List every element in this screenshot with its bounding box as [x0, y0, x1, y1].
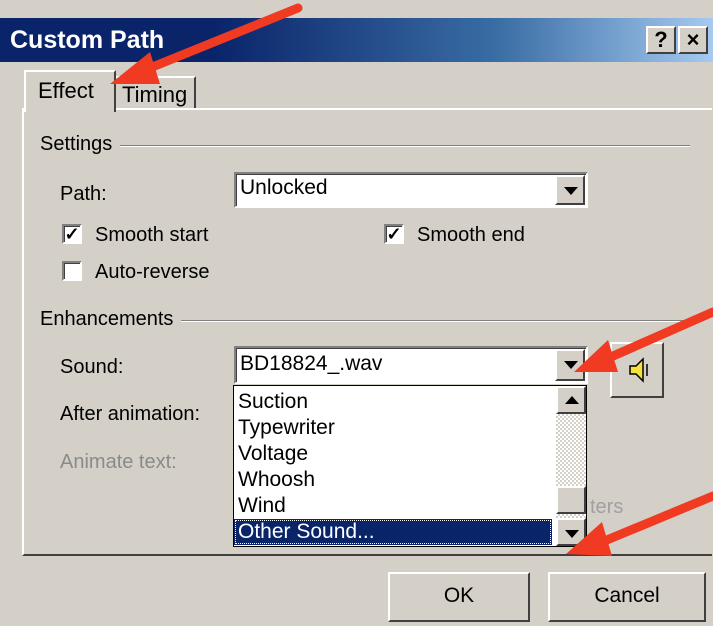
- list-item[interactable]: Wind: [234, 493, 552, 519]
- sound-dropdown[interactable]: BD18824_.wav: [234, 346, 588, 384]
- tab-timing[interactable]: Timing: [116, 76, 196, 110]
- hidden-partial-label: ters: [590, 496, 624, 518]
- help-button[interactable]: ?: [646, 26, 676, 54]
- chevron-down-icon: [564, 187, 578, 195]
- path-value: Unlocked: [240, 176, 328, 199]
- list-item[interactable]: Suction: [234, 389, 552, 415]
- animate-text-label: Animate text:: [60, 451, 177, 473]
- sound-list[interactable]: Suction Typewriter Voltage Whoosh Wind O…: [233, 385, 587, 547]
- speaker-button[interactable]: [610, 342, 664, 398]
- auto-reverse-checkbox[interactable]: [62, 261, 82, 281]
- sound-dropdown-button[interactable]: [555, 349, 585, 381]
- path-label: Path:: [60, 183, 107, 205]
- chevron-down-icon: [564, 361, 578, 369]
- chevron-up-icon: [565, 396, 579, 404]
- list-item[interactable]: Voltage: [234, 441, 552, 467]
- scroll-thumb[interactable]: [556, 486, 586, 514]
- settings-group-label: Settings: [40, 133, 121, 156]
- smooth-start-label: Smooth start: [95, 224, 209, 246]
- path-dropdown[interactable]: Unlocked: [234, 172, 588, 208]
- list-item[interactable]: Typewriter: [234, 415, 552, 441]
- smooth-start-checkbox[interactable]: ✓: [62, 224, 82, 244]
- list-item[interactable]: Whoosh: [234, 467, 552, 493]
- tab-effect[interactable]: Effect: [24, 70, 116, 112]
- enhancements-group-label: Enhancements: [40, 308, 182, 331]
- ok-button[interactable]: OK: [388, 572, 530, 622]
- window-title: Custom Path: [10, 26, 165, 54]
- path-dropdown-button[interactable]: [555, 175, 585, 205]
- smooth-end-label: Smooth end: [417, 224, 525, 246]
- scroll-up-button[interactable]: [556, 386, 586, 414]
- after-animation-label: After animation:: [60, 403, 201, 425]
- settings-divider: [120, 145, 690, 147]
- speaker-icon: [629, 357, 648, 383]
- enhancements-divider: [180, 320, 690, 322]
- cancel-button[interactable]: Cancel: [548, 572, 706, 622]
- title-bar[interactable]: Custom Path ? ×: [0, 18, 713, 62]
- list-scrollbar[interactable]: [556, 386, 586, 546]
- custom-path-dialog: Custom Path ? × Timing Effect Settings P…: [0, 0, 713, 626]
- close-button[interactable]: ×: [678, 26, 708, 54]
- smooth-end-checkbox[interactable]: ✓: [384, 224, 404, 244]
- auto-reverse-label: Auto-reverse: [95, 261, 210, 283]
- chevron-down-icon: [565, 530, 579, 538]
- list-item-selected[interactable]: Other Sound...: [234, 519, 552, 545]
- scroll-down-button[interactable]: [556, 518, 586, 546]
- sound-value: BD18824_.wav: [240, 352, 383, 375]
- sound-label: Sound:: [60, 356, 124, 378]
